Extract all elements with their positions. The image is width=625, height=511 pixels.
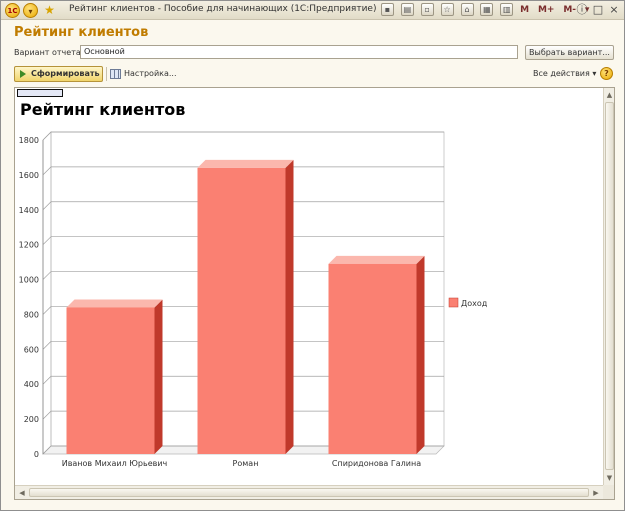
print-icon[interactable]: ▤ bbox=[400, 3, 414, 16]
calculator-icon[interactable]: ▥ bbox=[500, 3, 514, 16]
horizontal-scrollbar[interactable]: ◀ ▶ bbox=[15, 485, 603, 499]
bar bbox=[197, 167, 286, 454]
cell-cursor[interactable] bbox=[17, 89, 63, 97]
x-tick-label: Спиридонова Галина bbox=[332, 459, 421, 468]
report-title: Рейтинг клиентов bbox=[20, 100, 186, 119]
table-settings-icon bbox=[110, 69, 121, 79]
bar-top bbox=[66, 299, 163, 308]
app-logo-icon[interactable]: 1С bbox=[5, 3, 20, 18]
generate-report-label: Сформировать bbox=[31, 69, 100, 78]
save-icon[interactable]: ▪ bbox=[381, 3, 394, 16]
home-icon[interactable]: ⌂ bbox=[460, 3, 474, 16]
scroll-corner bbox=[603, 485, 614, 499]
memory-add-button[interactable]: M+ bbox=[538, 5, 555, 15]
help-icon[interactable]: ? bbox=[600, 67, 613, 80]
window-title: Рейтинг клиентов - Пособие для начинающи… bbox=[69, 4, 377, 14]
y-tick-label: 0 bbox=[34, 450, 39, 459]
vertical-scrollbar[interactable]: ▲ ▼ bbox=[603, 88, 614, 485]
settings-button[interactable]: Настройка... bbox=[110, 67, 177, 81]
close-icon[interactable]: × bbox=[608, 4, 620, 16]
bar-top bbox=[328, 255, 425, 264]
variant-label: Вариант отчета: bbox=[14, 48, 84, 57]
bar-top bbox=[197, 159, 294, 168]
horizontal-scroll-thumb[interactable] bbox=[29, 488, 589, 497]
memory-subtract-button[interactable]: M- bbox=[563, 5, 576, 15]
y-tick-label: 1200 bbox=[19, 241, 39, 250]
toolbar-divider bbox=[106, 67, 107, 81]
x-tick-label: Роман bbox=[233, 459, 259, 468]
y-tick-label: 400 bbox=[24, 380, 39, 389]
y-tick-label: 1400 bbox=[19, 206, 39, 215]
all-actions-menu[interactable]: Все действия ▾ bbox=[533, 69, 596, 78]
title-bar: 1С ▾ ★ Рейтинг клиентов - Пособие для на… bbox=[1, 1, 624, 20]
y-tick-label: 1800 bbox=[19, 136, 39, 145]
y-tick-label: 600 bbox=[24, 345, 39, 354]
bar-side bbox=[285, 159, 294, 454]
calendar-icon[interactable]: ▦ bbox=[480, 3, 494, 16]
favorite-add-icon[interactable]: ☆ bbox=[440, 3, 454, 16]
x-tick-label: Иванов Михаил Юрьевич bbox=[62, 459, 168, 468]
bar-chart: 0 200 400 600 800 1000 1200 1400 1600 1800 Иванов … bbox=[19, 131, 488, 468]
legend-swatch bbox=[448, 297, 459, 308]
app-window: 1С ▾ ★ Рейтинг клиентов - Пособие для на… bbox=[0, 0, 625, 511]
preview-icon[interactable]: ▫ bbox=[420, 3, 434, 16]
scroll-down-icon[interactable]: ▼ bbox=[604, 472, 614, 484]
chart-left-wall bbox=[42, 131, 52, 455]
y-tick-label: 200 bbox=[24, 415, 39, 424]
title-toolbar: ▪ ▤ ▫ ☆ ⌂ ▦ ▥ M M+ M- ▾ bbox=[381, 3, 595, 18]
memory-button[interactable]: M bbox=[520, 5, 529, 15]
gridline bbox=[42, 131, 444, 141]
generate-report-button[interactable]: Сформировать bbox=[14, 66, 103, 82]
info-icon[interactable]: ⓘ bbox=[576, 4, 588, 16]
play-icon bbox=[20, 70, 26, 78]
y-tick-label: 1600 bbox=[19, 171, 39, 180]
maximize-icon[interactable]: □ bbox=[592, 4, 604, 16]
page-title: Рейтинг клиентов bbox=[14, 25, 149, 40]
scroll-left-icon[interactable]: ◀ bbox=[16, 487, 28, 499]
bar bbox=[328, 263, 417, 454]
bar-side bbox=[416, 255, 425, 454]
bar-side bbox=[154, 299, 163, 454]
select-variant-button[interactable]: Выбрать вариант... bbox=[525, 45, 614, 60]
scroll-up-icon[interactable]: ▲ bbox=[604, 89, 614, 101]
bar bbox=[66, 307, 155, 454]
scroll-right-icon[interactable]: ▶ bbox=[590, 487, 602, 499]
y-tick-label: 800 bbox=[24, 310, 39, 319]
settings-label: Настройка... bbox=[124, 69, 177, 78]
main-menu-icon[interactable]: ▾ bbox=[23, 3, 38, 18]
favorites-star-icon[interactable]: ★ bbox=[42, 3, 57, 18]
y-tick-label: 1000 bbox=[19, 276, 39, 285]
legend-label: Доход bbox=[461, 299, 488, 308]
variant-input[interactable]: Основной bbox=[80, 45, 518, 59]
report-area: Рейтинг клиентов 0 200 400 600 800 1000 1200 14… bbox=[14, 87, 615, 500]
vertical-scroll-thumb[interactable] bbox=[605, 102, 614, 470]
